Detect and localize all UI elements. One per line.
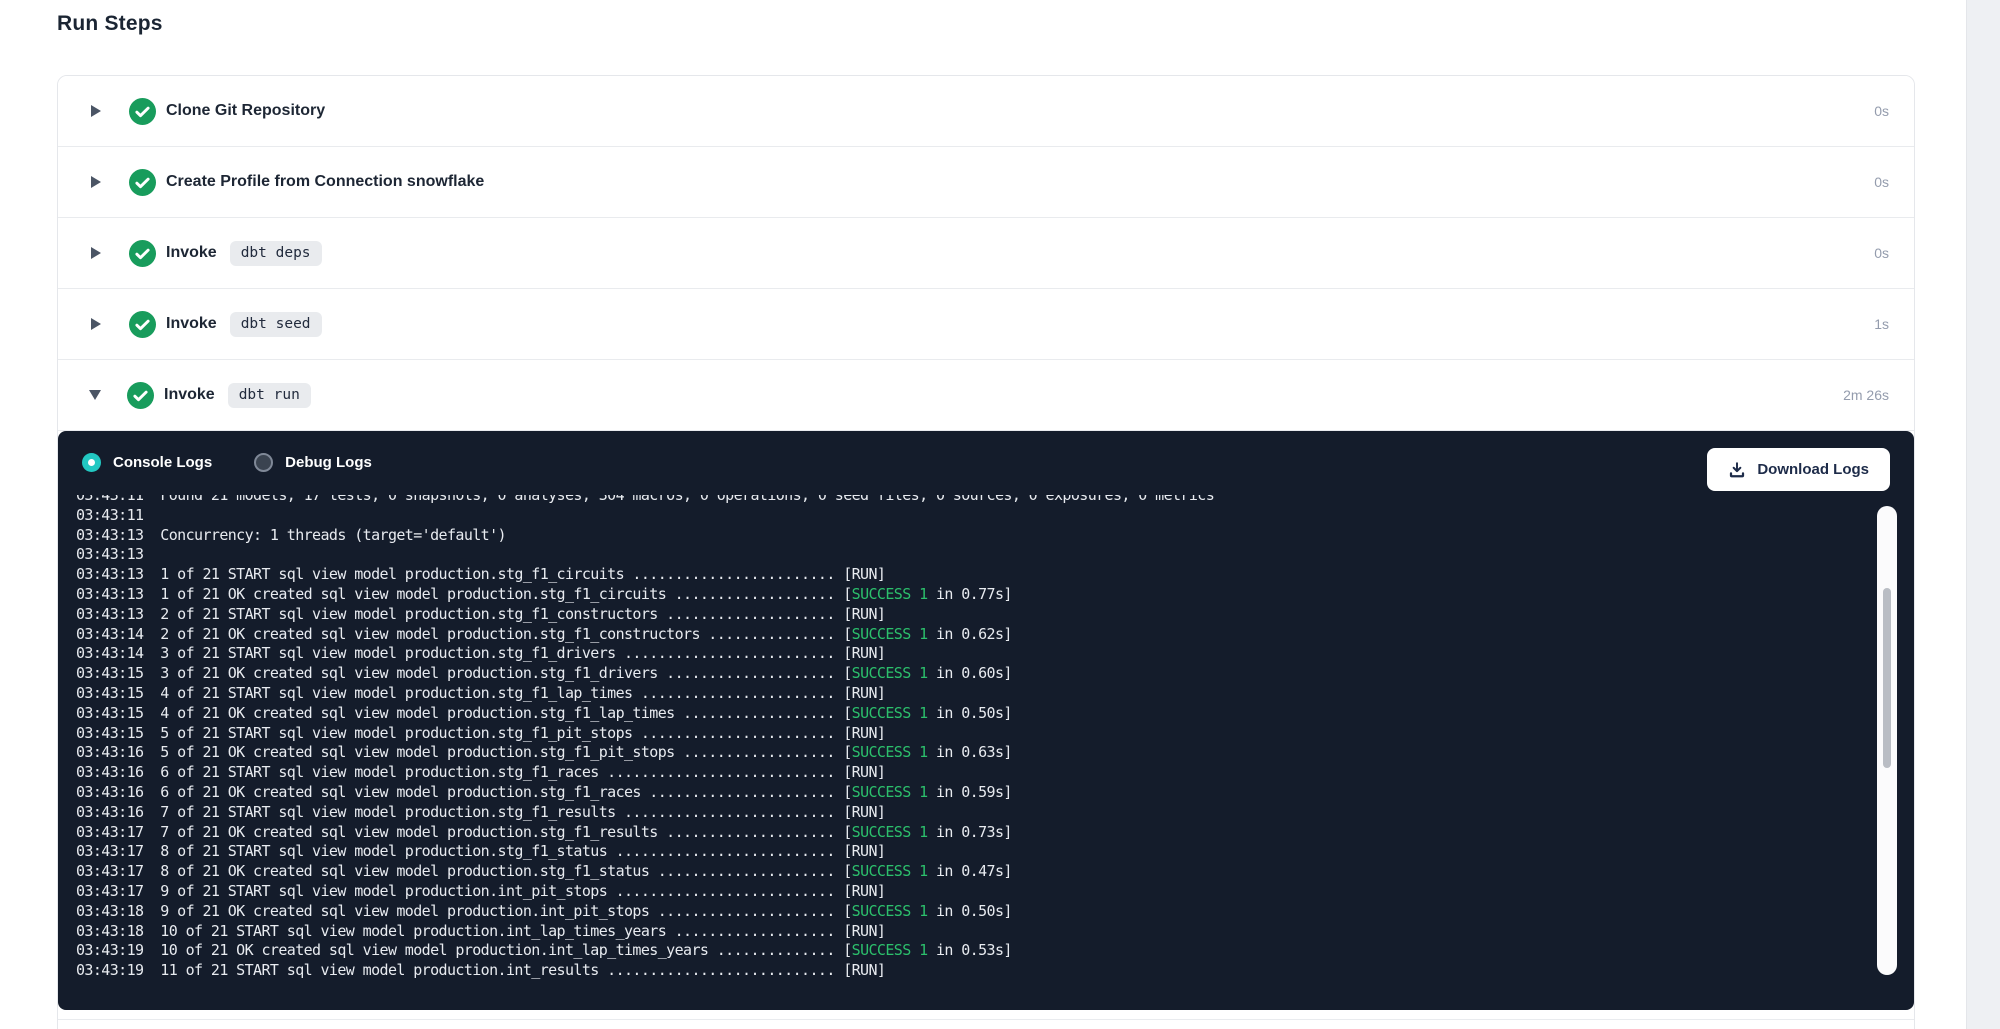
log-line: 03:43:14 3 of 21 START sql view model pr… [76,644,1870,664]
log-line: 03:43:14 2 of 21 OK created sql view mod… [76,625,1870,645]
run-step-row-dbt-run[interactable]: Invoke dbt run 2m 26s [58,360,1914,431]
log-line: 03:43:17 8 of 21 START sql view model pr… [76,842,1870,862]
step-duration: 1s [1874,316,1889,332]
download-icon [1728,461,1746,479]
step-duration: 2m 26s [1843,387,1889,403]
chevron-right-icon[interactable] [91,176,101,188]
debug-logs-radio[interactable]: Debug Logs [254,453,372,472]
success-check-icon [127,382,154,409]
success-check-icon [129,240,156,267]
step-duration: 0s [1874,174,1889,190]
log-line: 03:43:13 [76,545,1870,565]
step-label: Create Profile from Connection snowflake [166,173,484,191]
run-step-row-create-profile[interactable]: Create Profile from Connection snowflake… [58,147,1914,218]
chevron-right-icon[interactable] [91,105,101,117]
run-step-row-dbt-seed[interactable]: Invoke dbt seed 1s [58,289,1914,360]
step-duration: 0s [1874,245,1889,261]
log-line: 03:43:18 9 of 21 OK created sql view mod… [76,902,1870,922]
step-label: Clone Git Repository [166,102,325,120]
run-steps-card: Clone Git Repository 0s Create Profile f… [57,75,1915,1029]
panel-bottom-gap [58,1010,1914,1019]
next-row-divider [58,1019,1914,1029]
step-command-badge: dbt deps [230,241,322,266]
log-line: 03:43:19 11 of 21 START sql view model p… [76,961,1870,981]
success-check-icon [129,98,156,125]
log-line: 03:43:16 7 of 21 START sql view model pr… [76,803,1870,823]
console-logs-radio[interactable]: Console Logs [82,453,212,472]
run-step-row-dbt-deps[interactable]: Invoke dbt deps 0s [58,218,1914,289]
log-line: 03:43:13 1 of 21 START sql view model pr… [76,565,1870,585]
step-label: Invoke [166,315,217,333]
success-check-icon [129,169,156,196]
step-command-badge: dbt run [228,383,311,408]
log-panel: Console Logs Debug Logs Download Logs 03… [58,431,1914,1010]
log-scrollbar-thumb[interactable] [1883,588,1891,768]
run-step-row-clone-git-repository[interactable]: Clone Git Repository 0s [58,76,1914,147]
download-logs-button[interactable]: Download Logs [1707,448,1890,491]
log-line: 03:43:19 10 of 21 OK created sql view mo… [76,941,1870,961]
log-line: 03:43:13 Concurrency: 1 threads (target=… [76,526,1870,546]
log-line: 03:43:17 9 of 21 START sql view model pr… [76,882,1870,902]
console-log-output[interactable]: 03:43:11 Found 21 models, 17 tests, 0 sn… [76,495,1870,995]
log-line: 03:43:16 5 of 21 OK created sql view mod… [76,743,1870,763]
log-line: 03:43:15 3 of 21 OK created sql view mod… [76,664,1870,684]
log-line: 03:43:17 7 of 21 OK created sql view mod… [76,823,1870,843]
page-scroll-gutter[interactable] [1966,0,2000,1029]
success-check-icon [129,311,156,338]
log-line: 03:43:16 6 of 21 OK created sql view mod… [76,783,1870,803]
radio-unselected-icon[interactable] [254,453,273,472]
log-line: 03:43:15 4 of 21 START sql view model pr… [76,684,1870,704]
step-duration: 0s [1874,103,1889,119]
log-line: 03:43:18 10 of 21 START sql view model p… [76,922,1870,942]
debug-logs-label: Debug Logs [285,454,372,471]
radio-selected-icon[interactable] [82,453,101,472]
log-line: 03:43:13 1 of 21 OK created sql view mod… [76,585,1870,605]
chevron-down-icon[interactable] [89,390,101,400]
log-scrollbar-track[interactable] [1877,506,1897,975]
console-logs-label: Console Logs [113,454,212,471]
step-command-badge: dbt seed [230,312,322,337]
download-logs-label: Download Logs [1757,461,1869,478]
log-line: 03:43:15 5 of 21 START sql view model pr… [76,724,1870,744]
log-line: 03:43:11 [76,506,1870,526]
step-label: Invoke [166,244,217,262]
log-line: 03:43:15 4 of 21 OK created sql view mod… [76,704,1870,724]
step-label: Invoke [164,386,215,404]
chevron-right-icon[interactable] [91,247,101,259]
log-line: 03:43:13 2 of 21 START sql view model pr… [76,605,1870,625]
log-panel-header: Console Logs Debug Logs Download Logs [58,431,1914,493]
log-line: 03:43:17 8 of 21 OK created sql view mod… [76,862,1870,882]
log-line: 03:43:16 6 of 21 START sql view model pr… [76,763,1870,783]
chevron-right-icon[interactable] [91,318,101,330]
log-line: 03:43:11 Found 21 models, 17 tests, 0 sn… [76,495,1870,506]
page-title: Run Steps [57,12,163,36]
